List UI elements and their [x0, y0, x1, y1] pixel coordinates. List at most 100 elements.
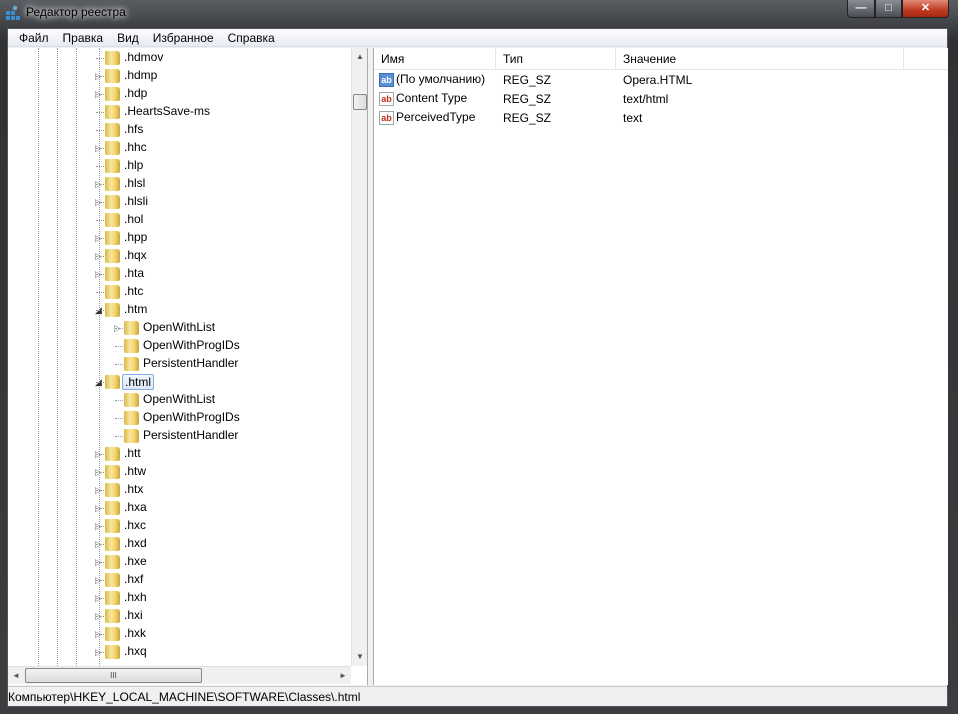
tree-item-label: OpenWithProgIDs [143, 410, 240, 424]
column-header-name[interactable]: Имя [374, 48, 496, 70]
column-header-value[interactable]: Значение [616, 48, 904, 70]
tree-item[interactable]: PersistentHandler [8, 355, 351, 373]
folder-icon [105, 159, 120, 173]
tree-item[interactable]: ▷ .htw [8, 463, 351, 481]
tree-item[interactable]: ▷ .hlsl [8, 175, 351, 193]
tree-item-label: .hxc [124, 518, 147, 532]
tree-item[interactable]: .hlp [8, 157, 351, 175]
tree-item-label: .hdmp [124, 68, 158, 82]
close-button[interactable]: ✕ [902, 0, 949, 18]
value-name: PerceivedType [396, 110, 476, 125]
tree-item[interactable]: ▷ .hxc [8, 517, 351, 535]
folder-icon [105, 483, 120, 497]
tree-item[interactable]: ▷ .hxe [8, 553, 351, 571]
title-bar[interactable]: Редактор реестра — □ ✕ [0, 0, 958, 26]
tree-item-label: .hxk [124, 626, 147, 640]
value-data: text [623, 110, 643, 125]
tree-item-label: PersistentHandler [143, 428, 239, 442]
minimize-button[interactable]: — [847, 0, 875, 18]
folder-icon [124, 357, 139, 371]
tree-item-label: .htt [124, 446, 141, 460]
tree-item[interactable]: .hol [8, 211, 351, 229]
tree-item[interactable]: ▷ .hqx [8, 247, 351, 265]
tree-item[interactable]: ▷ .htt [8, 445, 351, 463]
tree-item-label: OpenWithList [143, 392, 216, 406]
tree-item[interactable]: ▷ .hxk [8, 625, 351, 643]
folder-icon [105, 69, 120, 83]
tree-item-label: .hdp [124, 86, 148, 100]
scroll-right-button[interactable]: ► [335, 667, 351, 684]
tree-item[interactable]: ▷ .htx [8, 481, 351, 499]
window-title: Редактор реестра [26, 5, 126, 19]
tree-item-label: .hxf [124, 572, 144, 586]
tree-item[interactable]: OpenWithList [8, 391, 351, 409]
tree-item-label: .htc [124, 284, 144, 298]
folder-icon [105, 141, 120, 155]
tree-item[interactable]: ◢ .htm [8, 301, 351, 319]
tree-item-label: OpenWithList [143, 320, 216, 334]
folder-icon [105, 123, 120, 137]
tree-item[interactable]: ▷ .hlsli [8, 193, 351, 211]
folder-icon [105, 375, 120, 389]
scroll-left-button[interactable]: ◄ [8, 667, 24, 684]
tree-item-label: .hfs [124, 122, 144, 136]
tree-item[interactable]: OpenWithProgIDs [8, 337, 351, 355]
tree-item[interactable]: ▷ .hxa [8, 499, 351, 517]
scroll-up-button[interactable]: ▲ [352, 48, 367, 65]
tree-horizontal-scrollbar[interactable]: ◄ III ► [8, 666, 351, 684]
menu-help[interactable]: Справка [221, 31, 282, 45]
maximize-button[interactable]: □ [875, 0, 902, 18]
tree-item[interactable]: OpenWithProgIDs [8, 409, 351, 427]
tree-item-label: .htm [124, 302, 148, 316]
client-area: Файл Правка Вид Избранное Справка .hdmov… [7, 28, 948, 707]
tree-item[interactable]: .HeartsSave-ms [8, 103, 351, 121]
tree-item[interactable]: ▷ .hxd [8, 535, 351, 553]
tree-item[interactable]: ▷ OpenWithList [8, 319, 351, 337]
tree-item[interactable]: ▷ .hpp [8, 229, 351, 247]
vertical-scroll-thumb[interactable] [353, 94, 367, 110]
value-row[interactable]: ab PerceivedType REG_SZ text [374, 108, 948, 127]
scroll-down-button[interactable]: ▼ [352, 648, 367, 665]
horizontal-scroll-thumb[interactable]: III [25, 668, 202, 683]
tree-item[interactable]: ▷ .hxf [8, 571, 351, 589]
menu-view[interactable]: Вид [110, 31, 146, 45]
tree-item[interactable]: ▷ .hdp [8, 85, 351, 103]
menu-favorites[interactable]: Избранное [146, 31, 221, 45]
value-name: Content Type [396, 91, 468, 106]
value-row[interactable]: ab Content Type REG_SZ text/html [374, 89, 948, 108]
tree-item[interactable]: .htc [8, 283, 351, 301]
tree-item-label: .hhc [124, 140, 147, 154]
tree-item-label: .htx [124, 482, 144, 496]
tree-item[interactable]: PersistentHandler [8, 427, 351, 445]
value-row[interactable]: ab (По умолчанию) REG_SZ Opera.HTML [374, 70, 948, 89]
menu-edit[interactable]: Правка [56, 31, 111, 45]
folder-icon [105, 573, 120, 587]
folder-icon [105, 267, 120, 281]
folder-icon [105, 87, 120, 101]
tree-item-label: .hlp [124, 158, 144, 172]
tree-item[interactable]: ▷ .hhc [8, 139, 351, 157]
folder-icon [105, 645, 120, 659]
tree-item-label: .html [122, 374, 155, 390]
tree-vertical-scrollbar[interactable]: ▲ ▼ [351, 48, 367, 666]
menu-file[interactable]: Файл [12, 31, 56, 45]
tree-rows: .hdmov ▷ .hdmp ▷ .hdp .HeartsSave-ms .hfs ▷ .hhc… [8, 48, 351, 666]
tree-item[interactable]: ▷ .hxh [8, 589, 351, 607]
tree-item[interactable]: ◢ .html [8, 373, 351, 391]
regedit-app-icon [6, 5, 20, 20]
tree-item[interactable]: .hdmov [8, 49, 351, 67]
tree-item[interactable]: ▷ .hta [8, 265, 351, 283]
tree-item[interactable]: ▷ .hxi [8, 607, 351, 625]
value-data: text/html [623, 91, 669, 106]
tree-item[interactable]: ▷ .hdmp [8, 67, 351, 85]
registry-key-tree[interactable]: .hdmov ▷ .hdmp ▷ .hdp .HeartsSave-ms .hfs ▷ .hhc… [8, 48, 368, 685]
tree-item[interactable]: .hfs [8, 121, 351, 139]
tree-item-label: .htw [124, 464, 147, 478]
tree-item-label: .hxa [124, 500, 147, 514]
tree-item-label: .hta [124, 266, 145, 280]
value-type: REG_SZ [503, 110, 552, 125]
tree-item[interactable]: ▷ .hxq [8, 643, 351, 661]
values-list[interactable]: Имя Тип Значение ab (По умолчанию) REG_SZ O… [373, 48, 948, 685]
column-header-type[interactable]: Тип [496, 48, 616, 70]
folder-icon [105, 609, 120, 623]
